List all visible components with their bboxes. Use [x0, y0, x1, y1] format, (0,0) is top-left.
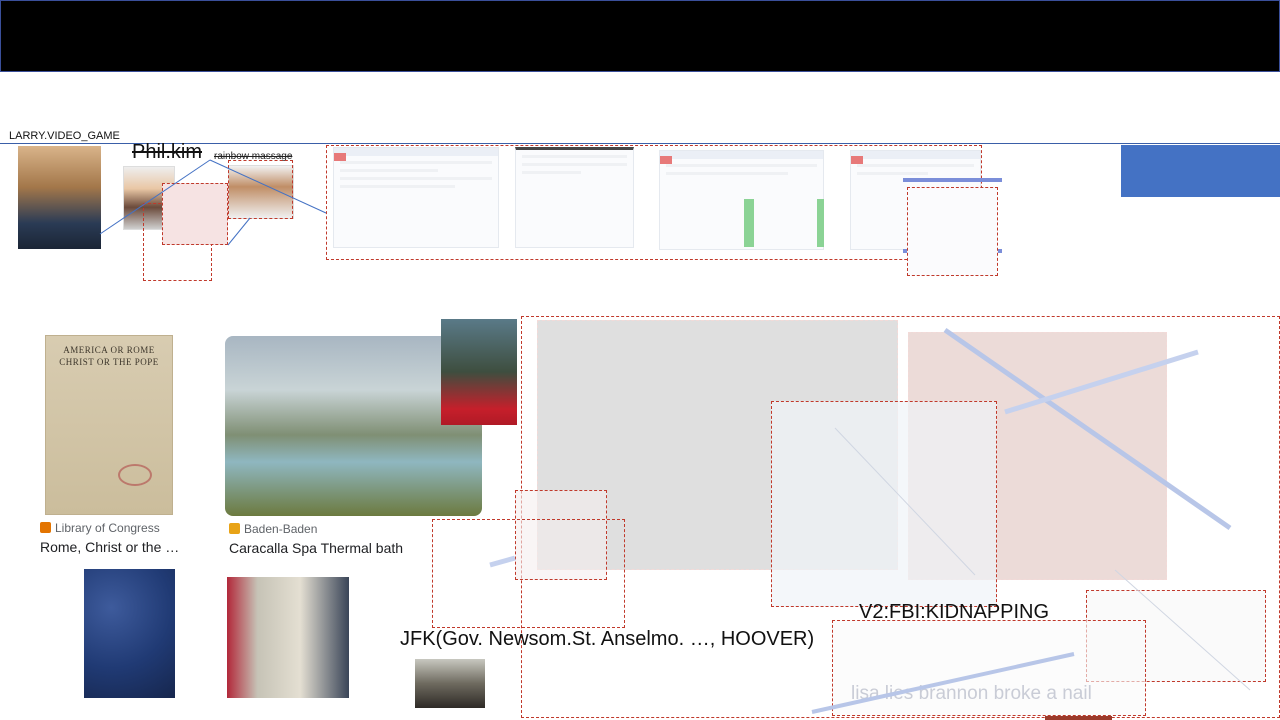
connector-lines: [99, 159, 1251, 714]
